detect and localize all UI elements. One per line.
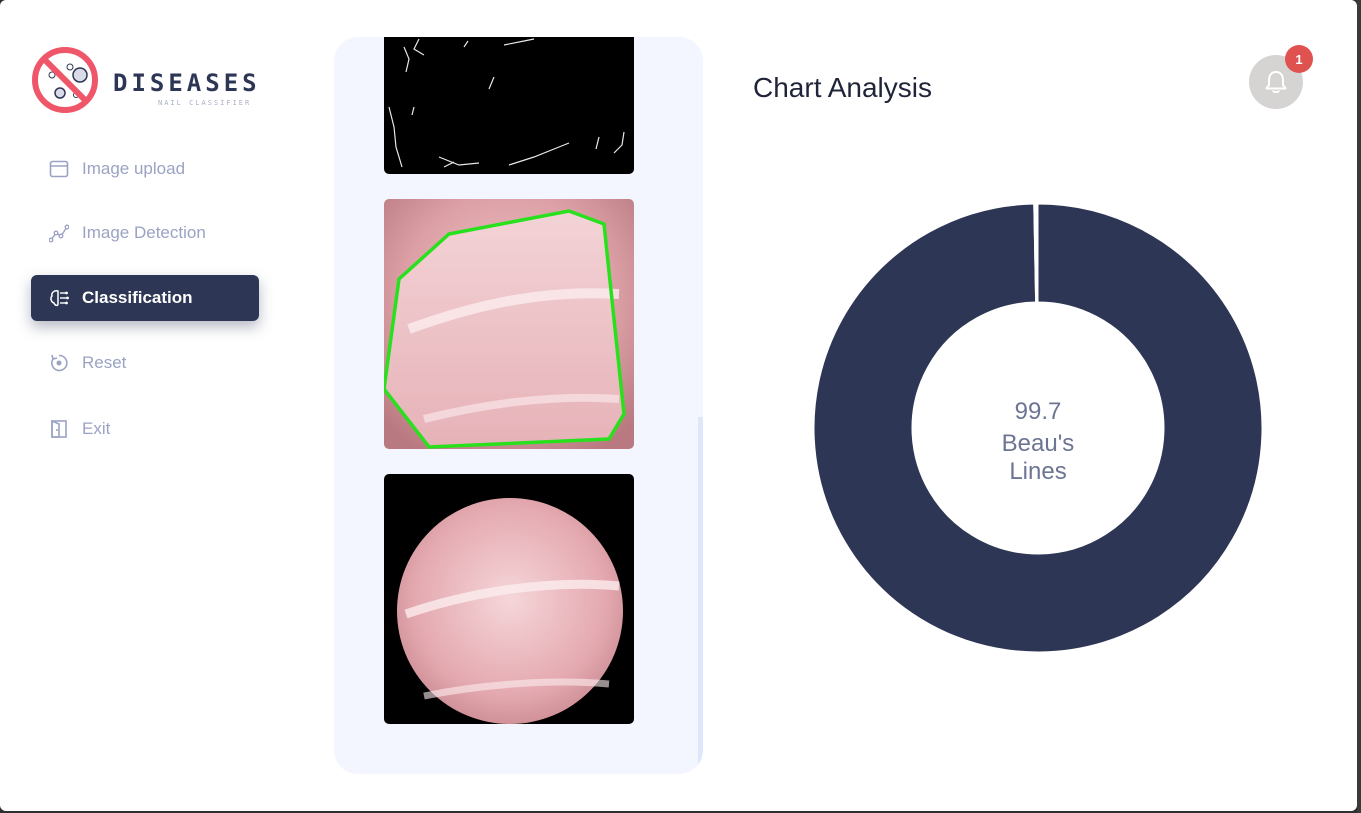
nav-reset[interactable]: Reset [31, 340, 259, 386]
exit-door-icon [49, 419, 69, 439]
no-virus-logo-icon [32, 47, 98, 113]
edge-detection-image [384, 37, 634, 174]
bell-icon [1265, 71, 1287, 93]
nav-image-upload[interactable]: Image upload [31, 146, 259, 192]
page-title: Chart Analysis [753, 72, 932, 103]
image-results-panel[interactable] [334, 37, 703, 774]
chart-center-category: Beau's Lines [1001, 430, 1075, 485]
notification-badge: 1 [1285, 45, 1313, 73]
nav-label: Classification [82, 288, 193, 307]
line-graph-icon [49, 223, 69, 243]
nav-classification[interactable]: Classification [31, 275, 259, 321]
browser-window-icon [49, 159, 69, 179]
nav-label: Image upload [82, 159, 186, 178]
app-logo: DISEASES NAIL CLASSIFIER [30, 45, 270, 117]
logo-subtitle: NAIL CLASSIFIER [158, 99, 252, 107]
panel-scrollbar[interactable] [698, 417, 703, 774]
reset-icon [49, 353, 69, 373]
window-edge [1357, 0, 1361, 813]
chart-center-value: 99.7 [1014, 398, 1062, 425]
nav-image-detection[interactable]: Image Detection [31, 210, 259, 256]
logo-title: DISEASES [113, 69, 261, 97]
nav-label: Reset [82, 353, 127, 372]
brain-circuit-icon [49, 288, 69, 308]
nav-label: Exit [82, 419, 111, 438]
app-window: DISEASES NAIL CLASSIFIER Image upload Im… [0, 0, 1357, 811]
chart-center-label: 99.7 Beau's Lines [938, 398, 1138, 486]
nail-masked-image [384, 474, 634, 724]
nav-label: Image Detection [82, 223, 206, 242]
nav-exit[interactable]: Exit [31, 406, 259, 452]
nail-contour-detection-image [384, 199, 634, 449]
sidebar: DISEASES NAIL CLASSIFIER Image upload Im… [0, 0, 300, 811]
